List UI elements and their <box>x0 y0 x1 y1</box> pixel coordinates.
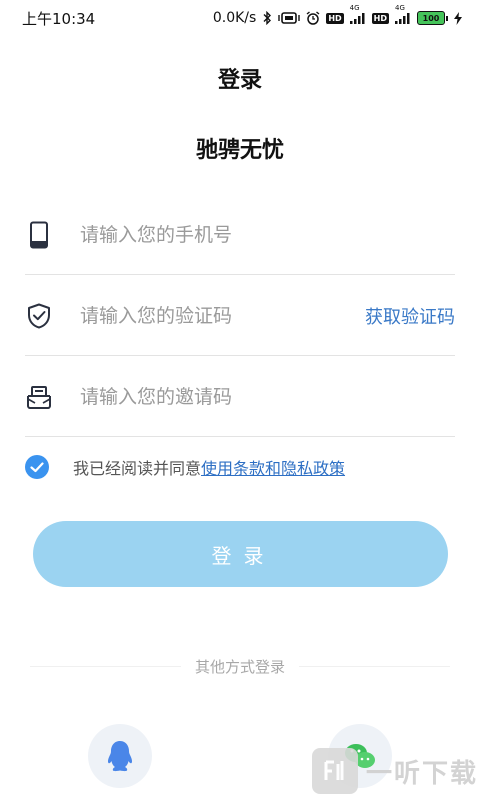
invite-field-row <box>25 357 455 437</box>
status-bar: 上午10:34 0.0K/s HD 4G HD 4G 100 <box>0 0 480 36</box>
divider-line-left <box>30 666 181 667</box>
phone-icon <box>25 221 53 249</box>
status-time: 上午10:34 <box>22 9 96 28</box>
divider-line-right <box>299 666 451 667</box>
code-field-row: 获取验证码 <box>25 276 455 356</box>
terms-privacy-link[interactable]: 使用条款和隐私政策 <box>201 455 345 479</box>
signal-icon: 4G <box>395 4 411 24</box>
invite-card-icon <box>25 383 53 411</box>
qq-login-button[interactable] <box>88 724 152 788</box>
code-input[interactable] <box>80 304 365 327</box>
get-code-button[interactable]: 获取验证码 <box>365 303 455 329</box>
agreement-text: 我已经阅读并同意 <box>73 459 202 478</box>
qq-icon <box>107 741 133 772</box>
network-speed: 0.0K/s <box>212 10 257 26</box>
agreement-row: 我已经阅读并同意 使用条款和隐私政策 <box>25 455 345 479</box>
charging-icon <box>454 11 462 25</box>
login-button[interactable]: 登录 <box>33 521 448 587</box>
page-title: 登录 <box>217 68 262 93</box>
sim1-hd-badge: HD <box>326 12 344 24</box>
other-login-divider: 其他方式登录 <box>30 656 451 677</box>
watermark-logo-icon <box>312 748 358 794</box>
battery-icon: 100 <box>417 11 448 25</box>
alarm-icon <box>306 11 320 25</box>
other-login-label: 其他方式登录 <box>195 658 286 676</box>
agreement-checkbox[interactable] <box>25 455 49 479</box>
signal-icon: 4G <box>349 4 366 24</box>
watermark: 一听下载 <box>312 742 480 800</box>
app-name: 驰骋无忧 <box>195 138 284 163</box>
status-icons: 0.0K/s HD 4G HD 4G 100 <box>212 4 462 26</box>
sim2-hd-badge: HD <box>371 12 389 24</box>
bluetooth-icon <box>262 11 272 25</box>
invite-input[interactable] <box>80 385 455 408</box>
phone-field-row <box>25 195 455 275</box>
shield-check-icon <box>25 302 53 330</box>
vibrate-icon <box>278 12 301 24</box>
watermark-text: 一听下载 <box>366 758 479 789</box>
phone-input[interactable] <box>80 223 455 246</box>
check-icon <box>30 461 44 472</box>
